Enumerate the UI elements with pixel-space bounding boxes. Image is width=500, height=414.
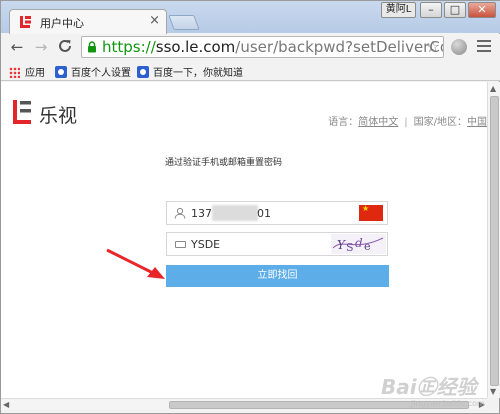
- baidu-watermark-url: jingyan.baidu.com: [411, 399, 485, 408]
- page-viewport: 乐视 语言：简体中文 | 国家/地区：中国 通过验证手机或邮箱重置密码 137 01…: [1, 82, 487, 398]
- bookmark-label: 百度个人设置: [71, 68, 131, 79]
- maximize-button[interactable]: □: [444, 2, 466, 18]
- bookmark-star-icon[interactable]: ☆: [426, 37, 440, 56]
- letv-logo-icon: [13, 100, 31, 124]
- annotation-arrow-icon: [106, 248, 165, 279]
- tab-title: 用户中心: [40, 17, 84, 30]
- tab-user-center[interactable]: 用户中心 ×: [9, 9, 167, 34]
- form-title: 通过验证手机或邮箱重置密码: [165, 158, 283, 168]
- captcha-image[interactable]: Y S d e: [331, 234, 386, 254]
- reload-glyph: [59, 39, 71, 52]
- menu-hamburger-icon[interactable]: [477, 40, 491, 52]
- captcha-input[interactable]: YSDE Y S d e: [166, 232, 388, 256]
- svg-text:e: e: [364, 240, 371, 253]
- svg-text:Y: Y: [337, 238, 346, 252]
- scroll-down-icon[interactable]: ▼: [490, 387, 496, 396]
- china-flag-icon[interactable]: [359, 204, 383, 221]
- new-tab-button[interactable]: [168, 15, 200, 30]
- bookmark-label: 百度一下，你就知道: [153, 68, 243, 79]
- phone-email-input[interactable]: 137 01: [166, 201, 388, 225]
- vertical-scrollbar[interactable]: ▲ ▼: [487, 82, 500, 398]
- logo-text: 乐视: [39, 105, 78, 127]
- reload-icon[interactable]: [56, 38, 74, 56]
- apps-grid-icon: [9, 67, 20, 78]
- back-arrow-icon[interactable]: ←: [8, 38, 26, 56]
- address-bar[interactable]: https://sso.le.com/user/backpwd?setDeliv…: [81, 36, 444, 58]
- url-path: /user/backpwd?setDeliverCookie=ht: [235, 38, 443, 56]
- vertical-scroll-thumb[interactable]: [490, 96, 499, 386]
- scroll-up-icon[interactable]: ▲: [490, 84, 496, 93]
- redacted-mask: [212, 205, 258, 221]
- bookmark-baidu-settings[interactable]: 百度个人设置: [55, 64, 131, 79]
- profile-button[interactable]: 黄阿L: [381, 2, 416, 18]
- phone-suffix: 01: [257, 207, 271, 220]
- lock-icon: [88, 41, 96, 53]
- baidu-watermark: Bai㊣经验: [381, 375, 477, 399]
- extension-globe-icon[interactable]: [451, 39, 467, 55]
- forward-arrow-icon[interactable]: →: [32, 38, 50, 56]
- baidu-paw-icon: [137, 66, 149, 78]
- url-host: sso.le.com: [155, 38, 236, 56]
- url-text: https://sso.le.com/user/backpwd?setDeliv…: [102, 38, 443, 56]
- region-label: 国家/地区：: [413, 117, 467, 128]
- svg-text:d: d: [355, 236, 363, 250]
- bookmark-apps[interactable]: 应用: [9, 64, 45, 79]
- region-link[interactable]: 中国: [467, 117, 487, 128]
- captcha-glyphs: Y S d e: [332, 236, 384, 254]
- url-scheme: https://: [102, 38, 156, 56]
- browser-toolbar: ← → https://sso.le.com/user/backpwd?setD…: [1, 34, 500, 61]
- svg-text:S: S: [346, 241, 354, 254]
- tab-close-icon[interactable]: ×: [149, 13, 160, 28]
- phone-prefix: 137: [191, 207, 212, 220]
- bookmark-label: 应用: [25, 68, 45, 79]
- language-region-bar: 语言：简体中文 | 国家/地区：中国: [328, 113, 487, 128]
- minimize-button[interactable]: –: [420, 2, 442, 18]
- language-label: 语言：: [328, 117, 359, 128]
- title-bar: 用户中心 × 黄阿L – □ ✕: [1, 1, 500, 34]
- keyboard-icon: [175, 241, 186, 248]
- captcha-text: YSDE: [191, 238, 221, 251]
- bookmark-baidu-search[interactable]: 百度一下，你就知道: [137, 64, 243, 79]
- baidu-paw-icon: [55, 66, 67, 78]
- language-link[interactable]: 简体中文: [358, 117, 398, 128]
- scroll-left-icon[interactable]: ◀: [3, 400, 9, 409]
- browser-window: 用户中心 × 黄阿L – □ ✕ ← → https://sso.le.com/…: [0, 0, 500, 414]
- bookmarks-bar: 应用 百度个人设置 百度一下，你就知道: [1, 61, 500, 81]
- recover-now-button[interactable]: 立即找回: [166, 265, 389, 287]
- letv-favicon-icon: [20, 16, 31, 28]
- close-window-button[interactable]: ✕: [468, 2, 496, 18]
- separator: |: [404, 117, 408, 128]
- user-icon: [174, 207, 186, 219]
